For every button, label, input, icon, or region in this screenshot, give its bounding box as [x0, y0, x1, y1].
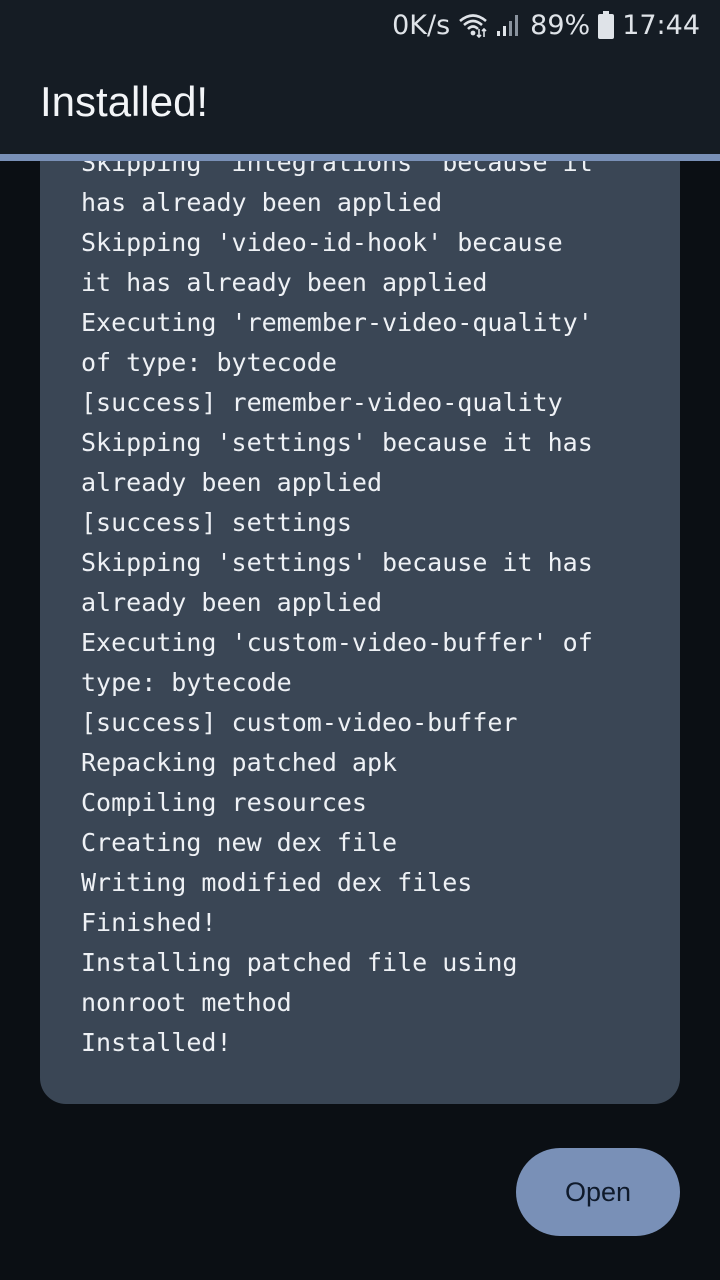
app-bar: Installed!: [0, 50, 720, 154]
log-line: already been applied: [81, 468, 383, 497]
log-line: Skipping 'settings' because it has: [81, 548, 593, 577]
status-bar-right: 0K/s 89% 17:44: [392, 8, 700, 42]
signal-icon: [496, 12, 522, 38]
log-card[interactable]: Skipping 'integrations' because it has al…: [40, 60, 680, 1104]
log-line: already been applied: [81, 588, 383, 617]
log-list: Skipping 'integrations' because it has al…: [81, 143, 593, 1063]
log-line: Skipping 'video-id-hook' because: [81, 228, 563, 257]
clock: 17:44: [622, 9, 700, 41]
screen: Skipping 'integrations' because it has al…: [0, 0, 720, 1280]
wifi-icon: [458, 12, 488, 38]
page-title: Installed!: [40, 78, 209, 125]
log-line: Repacking patched apk: [81, 748, 398, 777]
log-line: [success] settings: [81, 508, 352, 537]
log-line: Installed!: [81, 1028, 232, 1057]
log-line: of type: bytecode: [81, 348, 337, 377]
log-line: Executing 'custom-video-buffer' of: [81, 628, 593, 657]
log-line: type: bytecode: [81, 668, 292, 697]
log-line: it has already been applied: [81, 268, 488, 297]
log-line: has already been applied: [81, 188, 443, 217]
log-line: Installing patched file using: [81, 948, 518, 977]
open-button[interactable]: Open: [516, 1148, 680, 1236]
battery-icon: [598, 11, 615, 39]
progress-bar: [0, 154, 720, 161]
log-line: Writing modified dex files: [81, 868, 473, 897]
log-line: nonroot method: [81, 988, 292, 1017]
log-line: Finished!: [81, 908, 217, 937]
log-line: [success] custom-video-buffer: [81, 708, 518, 737]
battery-percent: 89%: [530, 9, 591, 41]
log-line: Skipping 'settings' because it has: [81, 428, 593, 457]
log-line: Compiling resources: [81, 788, 367, 817]
log-line: [success] remember-video-quality: [81, 388, 563, 417]
status-bar: 0K/s 89% 17:44: [0, 0, 720, 50]
log-line: Creating new dex file: [81, 828, 398, 857]
net-speed: 0K/s: [392, 9, 451, 41]
log-line: Executing 'remember-video-quality': [81, 308, 593, 337]
